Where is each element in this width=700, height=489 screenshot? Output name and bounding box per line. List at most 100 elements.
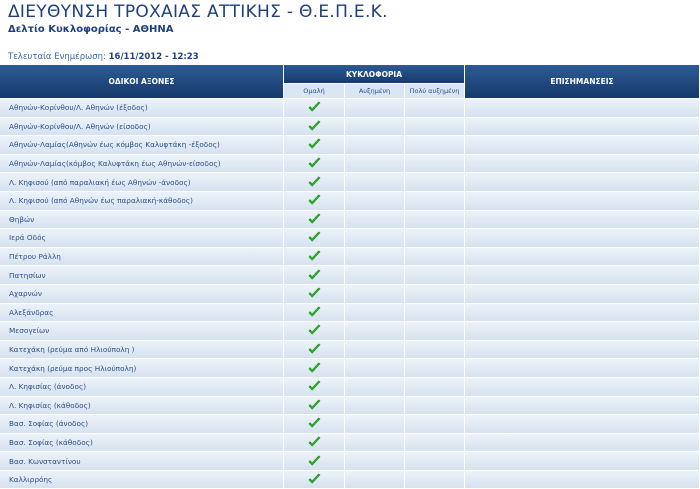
traffic-cell xyxy=(345,415,405,433)
road-name: Λ. Κηφισού (από παραλιακή έως Αθηνών -άν… xyxy=(0,173,284,191)
table-row: Αθηνών-Κορίνθου/Λ. Αθηνών (έξοδος) xyxy=(0,98,700,117)
traffic-cell xyxy=(405,117,465,136)
traffic-cell xyxy=(405,266,465,284)
traffic-cell xyxy=(405,470,465,489)
table-row: Ιερά Οδός xyxy=(0,228,700,247)
notes-cell xyxy=(465,470,700,489)
table-row: Κατεχάκη (ρεύμα προς Ηλιούπολη) xyxy=(0,358,700,377)
notes-cell xyxy=(465,154,700,173)
table-row: Αλεξάνδρας xyxy=(0,302,700,322)
road-name: Πατησίων xyxy=(0,266,284,284)
notes-cell xyxy=(465,433,700,452)
table-row: Λ. Κηφισίας (κάθοδος) xyxy=(0,395,700,415)
notes-cell xyxy=(465,173,700,191)
traffic-cell xyxy=(405,210,465,229)
traffic-cell xyxy=(405,415,465,433)
traffic-cell xyxy=(284,340,345,359)
traffic-cell xyxy=(405,322,465,340)
traffic-cell xyxy=(405,173,465,191)
traffic-cell xyxy=(284,191,345,210)
table-row: Κατεχάκη (ρεύμα από Ηλιούπολη ) xyxy=(0,339,700,359)
page-title: ΔΙΕΥΘΥΝΣΗ ΤΡΟΧΑΙΑΣ ΑΤΤΙΚΗΣ - Θ.Ε.Π.Ε.Κ. xyxy=(8,2,388,22)
traffic-cell xyxy=(345,452,405,470)
traffic-cell xyxy=(284,322,345,340)
traffic-cell xyxy=(345,154,405,173)
notes-cell xyxy=(465,136,700,154)
traffic-cell xyxy=(345,117,405,136)
traffic-subheader: Ομαλή Αυξημένη Πολύ αυξημένη xyxy=(0,83,700,98)
green-checkmark-icon xyxy=(308,284,321,303)
traffic-cell xyxy=(405,303,465,322)
road-name: Θηβών xyxy=(0,210,284,229)
notes-cell xyxy=(465,415,700,433)
green-checkmark-icon xyxy=(308,210,321,229)
table-body: Αθηνών-Κορίνθου/Λ. Αθηνών (έξοδος) Αθηνών… xyxy=(0,98,700,489)
table-row: Βασ. Σοφίας (κάθοδος) xyxy=(0,432,700,452)
traffic-cell xyxy=(345,173,405,191)
traffic-cell xyxy=(284,303,345,322)
traffic-cell xyxy=(284,117,345,136)
road-name: Αχαρνών xyxy=(0,284,284,303)
notes-cell xyxy=(465,284,700,303)
traffic-cell xyxy=(345,229,405,247)
notes-cell xyxy=(465,266,700,284)
header-traffic: ΚΥΚΛΟΦΟΡΙΑ xyxy=(284,65,465,83)
road-name: Βασ. Σοφίας (άνοδος) xyxy=(0,415,284,433)
traffic-cell xyxy=(345,433,405,452)
table-row: Βασ. Σοφίας (άνοδος) xyxy=(0,414,700,433)
traffic-cell xyxy=(284,470,345,489)
subheader-normal: Ομαλή xyxy=(284,83,345,98)
traffic-cell xyxy=(345,303,405,322)
road-name: Καλλιρρόης xyxy=(0,470,284,489)
traffic-cell xyxy=(345,99,405,117)
traffic-cell xyxy=(405,433,465,452)
traffic-cell xyxy=(405,191,465,210)
table-row: Βασ. Κωνσταντίνου xyxy=(0,451,700,470)
traffic-cell xyxy=(284,99,345,117)
traffic-table: ΟΔΙΚΟΙ ΑΞΟΝΕΣ ΚΥΚΛΟΦΟΡΙΑ ΕΠΙΣΗΜΑΝΣΕΙΣ Ομ… xyxy=(0,65,700,489)
table-row: Πέτρου Ράλλη xyxy=(0,246,700,266)
green-checkmark-icon xyxy=(308,340,321,359)
green-checkmark-icon xyxy=(308,117,321,136)
road-name: Κατεχάκη (ρεύμα προς Ηλιούπολη) xyxy=(0,359,284,377)
traffic-cell xyxy=(284,377,345,396)
traffic-cell xyxy=(284,359,345,377)
traffic-cell xyxy=(405,396,465,415)
table-row: Θηβών xyxy=(0,209,700,229)
green-checkmark-icon xyxy=(308,173,321,192)
traffic-cell xyxy=(345,191,405,210)
traffic-cell xyxy=(284,229,345,247)
notes-cell xyxy=(465,210,700,229)
traffic-cell xyxy=(405,154,465,173)
green-checkmark-icon xyxy=(308,321,321,340)
road-name: Λ. Κηφισού (από Αθηνών έως παραλιακή-κάθ… xyxy=(0,191,284,210)
traffic-cell xyxy=(405,99,465,117)
green-checkmark-icon xyxy=(308,377,321,396)
subheader-increased: Αυξημένη xyxy=(345,83,405,98)
traffic-cell xyxy=(345,470,405,489)
green-checkmark-icon xyxy=(308,135,321,154)
traffic-cell xyxy=(405,284,465,303)
road-name: Αθηνών-Λαμίας(Αθηνών έως κόμβος Καλυφτάκ… xyxy=(0,136,284,154)
road-name: Πέτρου Ράλλη xyxy=(0,247,284,266)
traffic-cell xyxy=(284,396,345,415)
traffic-cell xyxy=(345,284,405,303)
traffic-cell xyxy=(405,136,465,154)
traffic-cell xyxy=(284,136,345,154)
table-row: Λ. Κηφισού (από παραλιακή έως Αθηνών -άν… xyxy=(0,172,700,191)
green-checkmark-icon xyxy=(308,154,321,173)
traffic-cell xyxy=(284,452,345,470)
last-update-value: 16/11/2012 - 12:23 xyxy=(108,52,199,62)
table-row: Αθηνών-Λαμίας(Αθηνών έως κόμβος Καλυφτάκ… xyxy=(0,135,700,154)
green-checkmark-icon xyxy=(308,433,321,452)
traffic-cell xyxy=(284,284,345,303)
subheader-very-increased: Πολύ αυξημένη xyxy=(405,83,465,98)
traffic-cell xyxy=(345,396,405,415)
page-subtitle: Δελτίο Κυκλοφορίας - ΑΘΗΝΑ xyxy=(8,24,174,35)
notes-cell xyxy=(465,359,700,377)
notes-cell xyxy=(465,303,700,322)
last-update: Τελευταία Ενημέρωση: 16/11/2012 - 12:23 xyxy=(8,52,199,62)
green-checkmark-icon xyxy=(308,303,321,322)
green-checkmark-icon xyxy=(308,247,321,266)
notes-cell xyxy=(465,322,700,340)
